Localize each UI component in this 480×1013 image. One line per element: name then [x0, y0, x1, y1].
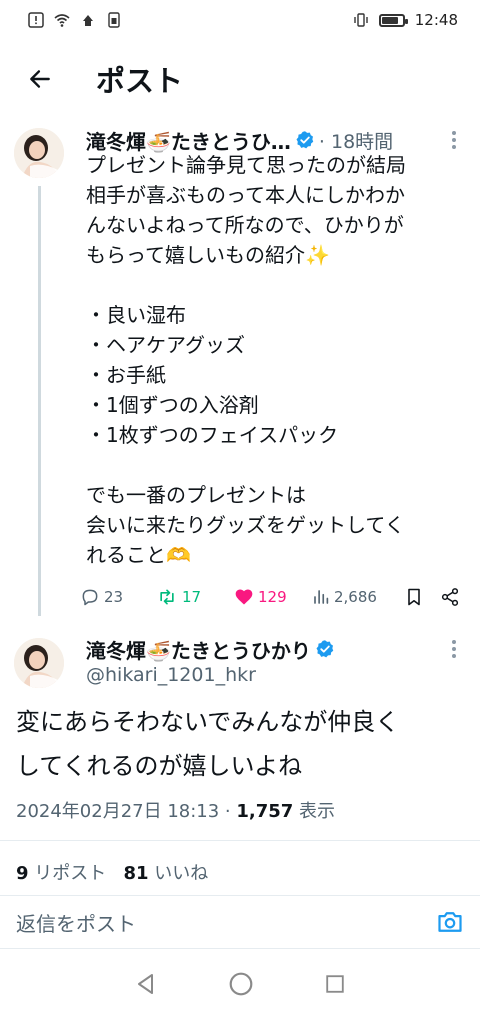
like-label[interactable]: いいね — [149, 863, 208, 884]
bookmark-icon — [408, 588, 420, 606]
repost-count: 17 — [182, 588, 202, 606]
thread-line — [38, 186, 41, 616]
system-nav-bar — [0, 955, 480, 1013]
wifi-icon — [54, 14, 70, 27]
tweet2-author-name[interactable]: 滝冬煇🍜たきとうひかり — [86, 635, 311, 664]
back-arrow-icon — [30, 70, 50, 88]
battery-icon — [378, 13, 408, 27]
top-header: ポスト — [0, 44, 480, 114]
camera-icon[interactable] — [436, 908, 464, 936]
reply-button[interactable]: 23 — [80, 587, 156, 607]
avatar[interactable] — [14, 638, 64, 688]
bookmark-button[interactable] — [404, 587, 440, 607]
like-count[interactable]: 81 — [123, 863, 148, 884]
nav-back-icon[interactable] — [134, 972, 158, 996]
text-line: ・1枚ずつのフェイスパック — [86, 423, 339, 447]
nav-home-icon[interactable] — [228, 971, 254, 997]
text-line: 変にあらそわないでみんなが仲良く — [16, 708, 400, 736]
vibrate-icon — [354, 13, 368, 27]
tweet2-datetime: 2024年02月27日 18:13 · — [16, 801, 237, 822]
verified-icon — [316, 640, 334, 658]
text-line-with-emoji: れること🫶 — [86, 540, 470, 570]
text-line — [86, 270, 470, 300]
views-count: 2,686 — [334, 588, 377, 606]
tweet2-views-label: 表示 — [293, 801, 336, 822]
alert-icon — [28, 12, 44, 28]
heart-hands-emoji: 🫶 — [166, 543, 191, 567]
avatar-photo-icon — [14, 638, 64, 688]
repost-label[interactable]: リポスト — [29, 863, 106, 884]
reply-input[interactable]: 返信をポスト — [16, 908, 436, 937]
views-icon — [314, 590, 329, 604]
text-line: んないよねって所なので、ひかりが — [86, 213, 404, 237]
repost-icon — [160, 589, 174, 605]
text-line: ・良い湿布 — [86, 303, 186, 327]
avatar[interactable] — [14, 128, 64, 178]
repost-count[interactable]: 9 — [16, 863, 29, 884]
like-button[interactable]: 129 — [234, 587, 312, 607]
tweet2-stats: 9 リポスト 81 いいね — [16, 859, 208, 885]
text-line-with-emoji: もらって嬉しいもの紹介✨ — [86, 240, 470, 270]
text-line: れること — [86, 543, 166, 567]
tweet2-views-count: 1,757 — [236, 801, 294, 822]
more-button[interactable] — [444, 640, 464, 658]
repost-button[interactable]: 17 — [156, 587, 234, 607]
text-line: ・1個ずつの入浴剤 — [86, 393, 259, 417]
status-time: 12:48 — [414, 11, 458, 29]
nav-recents-icon[interactable] — [324, 973, 346, 995]
tweet1-actions: 23 17 129 2,686 — [80, 584, 468, 610]
notification-icon — [83, 15, 93, 26]
reply-icon — [82, 589, 98, 606]
reply-count: 23 — [104, 588, 124, 606]
share-icon — [441, 588, 459, 606]
divider — [0, 948, 480, 949]
text-line: してくれるのが嬉しいよね — [16, 752, 303, 780]
back-button[interactable] — [0, 44, 80, 114]
share-button[interactable] — [440, 587, 466, 607]
text-line: ・ヘアケアグッズ — [86, 333, 245, 357]
divider — [0, 840, 480, 841]
text-line: ・お手紙 — [86, 363, 166, 387]
tweet2-handle[interactable]: @hikari_1201_hkr — [86, 664, 256, 686]
heart-icon — [235, 589, 253, 605]
text-line: でも一番のプレゼントは — [86, 483, 306, 507]
text-line: もらって嬉しいもの紹介 — [86, 243, 305, 267]
more-button[interactable] — [444, 131, 464, 149]
avatar-photo-icon — [14, 128, 64, 178]
views-button[interactable]: 2,686 — [312, 588, 404, 606]
page-title: ポスト — [96, 64, 184, 98]
sim-icon — [108, 12, 120, 28]
tweet1-text: プレゼント論争見て思ったのが結局 相手が喜ぶものって本人にしかわか んないよねっ… — [86, 150, 470, 570]
like-count: 129 — [258, 588, 287, 606]
sparkle-emoji: ✨ — [305, 243, 330, 267]
text-line — [86, 450, 470, 480]
reply-bar: 返信をポスト — [0, 896, 480, 948]
tweet2-header: 滝冬煇🍜たきとうひかり — [86, 634, 464, 664]
verified-icon — [296, 131, 314, 149]
tweet2-meta: 2024年02月27日 18:13 · 1,757 表示 — [16, 797, 335, 823]
text-line: プレゼント論争見て思ったのが結局 — [86, 153, 406, 177]
text-line: 会いに来たりグッズをゲットしてく — [86, 513, 405, 537]
tweet2-text: 変にあらそわないでみんなが仲良く してくれるのが嬉しいよね — [16, 700, 472, 788]
status-bar: 12:48 — [0, 0, 480, 40]
text-line: 相手が喜ぶものって本人にしかわか — [86, 183, 405, 207]
